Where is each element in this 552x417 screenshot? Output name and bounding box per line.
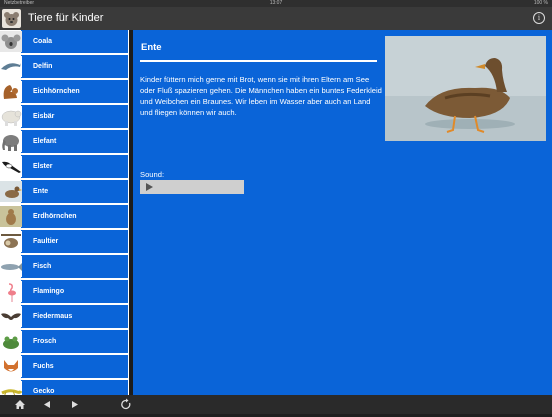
list-item-elefant[interactable]: Elefant bbox=[0, 130, 130, 155]
gecko-icon bbox=[0, 381, 22, 395]
list-item-flamingo[interactable]: Flamingo bbox=[0, 280, 130, 305]
list-item-frosch[interactable]: Frosch bbox=[0, 330, 130, 355]
list-item-ente[interactable]: Ente bbox=[0, 180, 130, 205]
animal-list[interactable]: Coala Delfin Eichhörnchen Eisbär Elefant… bbox=[0, 30, 130, 395]
bottom-toolbar bbox=[0, 395, 552, 414]
info-icon[interactable]: i bbox=[533, 12, 545, 24]
magpie-icon bbox=[0, 156, 22, 177]
list-item-coala[interactable]: Coala bbox=[0, 30, 130, 55]
list-item-label: Frosch bbox=[33, 338, 57, 345]
list-item-erdhoernchen[interactable]: Erdhörnchen bbox=[0, 205, 130, 230]
list-item-label: Elefant bbox=[33, 138, 57, 145]
play-icon[interactable] bbox=[146, 183, 153, 191]
list-item-label: Flamingo bbox=[33, 288, 65, 295]
list-item-label: Fuchs bbox=[33, 363, 54, 370]
app-title: Tiere für Kinder bbox=[28, 12, 104, 24]
refresh-icon[interactable] bbox=[118, 397, 134, 412]
list-item-label: Gecko bbox=[33, 388, 55, 395]
list-item-label: Coala bbox=[33, 38, 53, 45]
dolphin-icon bbox=[0, 56, 22, 77]
fish-icon bbox=[0, 256, 22, 277]
list-item-gecko[interactable]: Gecko bbox=[0, 380, 130, 395]
audio-player[interactable] bbox=[140, 180, 244, 194]
detail-pane: Ente Kinder füttern mich gerne mit Brot,… bbox=[133, 30, 552, 395]
duck-icon bbox=[0, 181, 22, 202]
list-item-delfin[interactable]: Delfin bbox=[0, 55, 130, 80]
list-item-faultier[interactable]: Faultier bbox=[0, 230, 130, 255]
list-item-label: Fisch bbox=[33, 263, 52, 270]
list-item-elster[interactable]: Elster bbox=[0, 155, 130, 180]
ground-squirrel-icon bbox=[0, 206, 22, 227]
clock-text: 13:07 bbox=[269, 0, 283, 6]
animal-title: Ente bbox=[141, 42, 162, 53]
fox-icon bbox=[0, 356, 22, 377]
forward-arrow-icon[interactable] bbox=[67, 397, 83, 412]
animal-photo bbox=[385, 36, 546, 141]
home-icon[interactable] bbox=[12, 397, 28, 412]
status-bar: Netzbetreiber 13:07 100 % bbox=[0, 0, 552, 7]
list-item-label: Erdhörnchen bbox=[33, 213, 77, 220]
list-item-fisch[interactable]: Fisch bbox=[0, 255, 130, 280]
list-item-label: Eisbär bbox=[33, 113, 55, 120]
list-item-fiedermaus[interactable]: Fiedermaus bbox=[0, 305, 130, 330]
list-item-label: Fiedermaus bbox=[33, 313, 73, 320]
squirrel-icon bbox=[0, 81, 22, 102]
elephant-icon bbox=[0, 131, 22, 152]
title-underline bbox=[140, 60, 377, 62]
list-item-label: Elster bbox=[33, 163, 53, 170]
koala-icon bbox=[0, 31, 22, 52]
app-logo-icon bbox=[2, 9, 21, 28]
sloth-icon bbox=[0, 231, 22, 252]
list-item-fuchs[interactable]: Fuchs bbox=[0, 355, 130, 380]
title-bar: Tiere für Kinder i bbox=[0, 7, 552, 30]
back-arrow-icon[interactable] bbox=[39, 397, 55, 412]
list-item-eichhoernchen[interactable]: Eichhörnchen bbox=[0, 80, 130, 105]
list-item-label: Delfin bbox=[33, 63, 53, 70]
frog-icon bbox=[0, 331, 22, 352]
list-item-label: Ente bbox=[33, 188, 49, 195]
list-item-eisbaer[interactable]: Eisbär bbox=[0, 105, 130, 130]
list-item-label: Eichhörnchen bbox=[33, 88, 80, 95]
sound-label: Sound: bbox=[140, 170, 165, 179]
polar-bear-icon bbox=[0, 106, 22, 127]
flamingo-icon bbox=[0, 281, 22, 302]
battery-text: 100 % bbox=[533, 0, 548, 6]
bat-icon bbox=[0, 306, 22, 327]
list-item-label: Faultier bbox=[33, 238, 59, 245]
animal-description: Kinder füttern mich gerne mit Brot, wenn… bbox=[140, 75, 382, 117]
